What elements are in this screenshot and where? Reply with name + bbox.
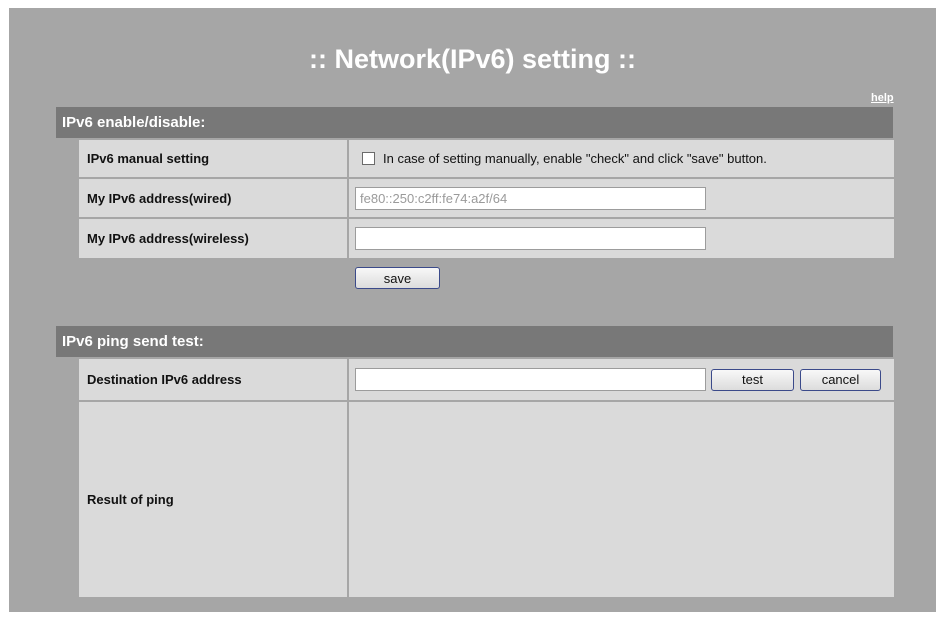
- section-header-enable: IPv6 enable/disable:: [56, 107, 893, 138]
- destination-address-input[interactable]: [355, 368, 706, 391]
- manual-setting-label-text: IPv6 manual setting: [87, 151, 210, 166]
- ping-result-label-text: Result of ping: [87, 492, 174, 507]
- destination-address-label-text: Destination IPv6 address: [87, 372, 242, 387]
- wireless-address-label-text: My IPv6 address(wireless): [87, 231, 249, 246]
- cancel-button[interactable]: cancel: [800, 368, 881, 391]
- settings-panel: :: Network(IPv6) setting :: help IPv6 en…: [9, 8, 936, 612]
- destination-address-label: Destination IPv6 address: [79, 359, 347, 400]
- help-link[interactable]: help: [871, 92, 894, 104]
- wireless-address-cell: [349, 219, 894, 258]
- wired-address-label: My IPv6 address(wired): [79, 179, 347, 217]
- wired-address-label-text: My IPv6 address(wired): [87, 190, 232, 206]
- manual-setting-checkbox[interactable]: [362, 152, 375, 165]
- destination-address-cell: test cancel: [349, 359, 894, 400]
- manual-setting-note: In case of setting manually, enable "che…: [383, 151, 767, 166]
- wireless-address-label: My IPv6 address(wireless): [79, 219, 347, 258]
- manual-setting-label: IPv6 manual setting: [79, 140, 347, 177]
- ping-result-label: Result of ping: [79, 402, 347, 597]
- save-button[interactable]: save: [355, 267, 440, 289]
- manual-setting-cell: In case of setting manually, enable "che…: [349, 140, 894, 177]
- page-title: :: Network(IPv6) setting ::: [308, 44, 637, 74]
- wired-address-input[interactable]: [355, 186, 706, 210]
- wireless-address-input[interactable]: [355, 227, 706, 250]
- section-header-ping: IPv6 ping send test:: [56, 326, 893, 357]
- ping-result-area: [349, 402, 894, 597]
- wired-address-cell: [349, 179, 894, 217]
- test-button[interactable]: test: [711, 368, 794, 391]
